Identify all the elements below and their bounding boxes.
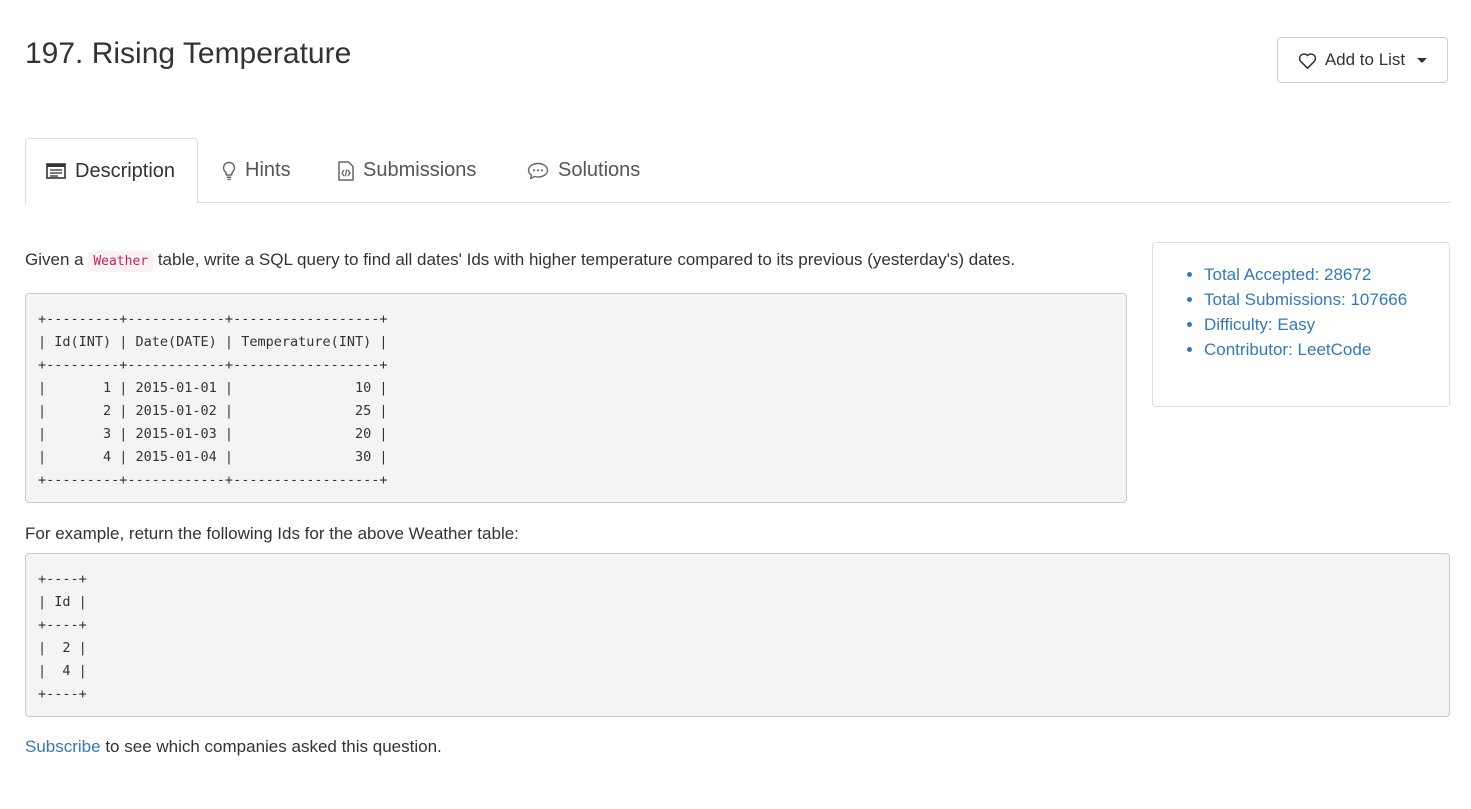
add-to-list-label: Add to List [1324, 50, 1406, 69]
problem-stats-panel: Total Accepted: 28672 Total Submissions:… [1152, 242, 1450, 407]
problem-description: Given a Weather table, write a SQL query… [25, 248, 1015, 274]
tab-hints[interactable]: Hints [222, 138, 291, 203]
tab-description[interactable]: Description [25, 138, 198, 204]
tab-description-label: Description [75, 159, 176, 182]
tab-solutions-label: Solutions [558, 159, 641, 181]
description-suffix: table, write a SQL query to find all dat… [153, 250, 1016, 269]
tab-hints-label: Hints [245, 159, 291, 181]
tab-submissions-label: Submissions [363, 159, 477, 181]
contributor: Contributor: LeetCode [1204, 337, 1449, 362]
code-file-icon [338, 160, 354, 181]
total-accepted: Total Accepted: 28672 [1204, 262, 1449, 287]
total-submissions: Total Submissions: 107666 [1204, 287, 1449, 312]
description-prefix: Given a [25, 250, 89, 269]
tab-solutions[interactable]: Solutions [527, 138, 640, 203]
weather-table-code-block: +---------+------------+----------------… [25, 293, 1127, 503]
add-to-list-button[interactable]: Add to List [1277, 37, 1448, 83]
example-text: For example, return the following Ids fo… [25, 524, 519, 543]
result-table-code-block: +----+ | Id | +----+ | 2 | | 4 | +----+ [25, 553, 1450, 717]
chat-bubble-icon [527, 162, 549, 180]
heart-icon [1298, 52, 1317, 69]
tab-submissions[interactable]: Submissions [338, 138, 476, 203]
description-icon [46, 163, 66, 179]
lightbulb-icon [222, 161, 236, 181]
caret-down-icon [1417, 57, 1428, 63]
problem-tabs: Description Hints Submissions Solutions [25, 138, 1450, 204]
subscribe-line: Subscribe to see which companies asked t… [25, 735, 442, 759]
stats-list: Total Accepted: 28672 Total Submissions:… [1153, 243, 1449, 362]
subscribe-suffix: to see which companies asked this questi… [100, 737, 442, 756]
inline-code-weather: Weather [88, 251, 154, 272]
difficulty: Difficulty: Easy [1204, 312, 1449, 337]
subscribe-link[interactable]: Subscribe [25, 737, 101, 756]
page-title: 197. Rising Temperature [25, 37, 352, 70]
